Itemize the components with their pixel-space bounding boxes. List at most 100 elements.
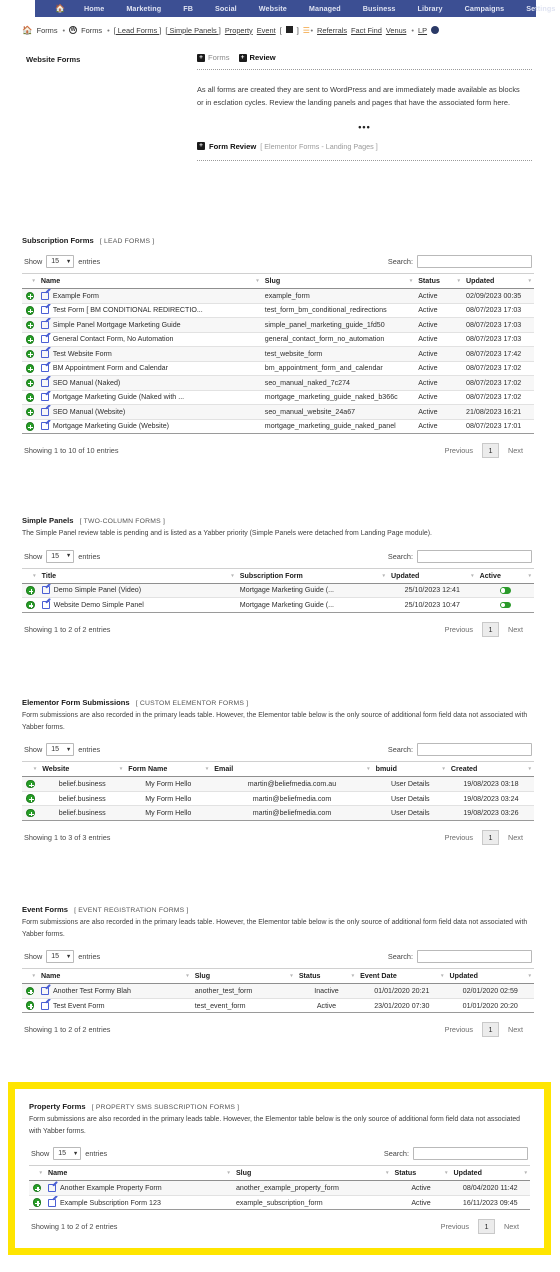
page-size-select[interactable]: 15 ▼ xyxy=(46,743,75,757)
table-row[interactable]: belief.business My Form Hello martin@bel… xyxy=(22,791,534,807)
table-row[interactable]: Test Event Form test_event_form Active 2… xyxy=(22,998,534,1014)
form-review-title[interactable]: Form Review xyxy=(209,142,256,151)
add-icon[interactable] xyxy=(25,364,35,373)
add-icon[interactable] xyxy=(25,349,35,358)
previous-button[interactable]: Previous xyxy=(436,625,482,634)
expand-cell[interactable] xyxy=(29,1195,45,1211)
col-form-name[interactable]: Form Name ▾ xyxy=(125,761,212,778)
add-icon[interactable] xyxy=(25,306,35,315)
edit-icon[interactable] xyxy=(47,1198,56,1207)
table-row[interactable]: Example Subscription Form 123 example_su… xyxy=(29,1195,530,1211)
tab-review[interactable]: Review xyxy=(250,53,276,62)
col-event-date[interactable]: Event Date ▾ xyxy=(357,968,447,985)
edit-icon[interactable] xyxy=(40,364,49,373)
col-email[interactable]: Email ▾ xyxy=(211,761,373,778)
edit-icon[interactable] xyxy=(41,600,50,609)
next-button[interactable]: Next xyxy=(499,446,532,455)
table-row[interactable]: General Contact Form, No Automation gene… xyxy=(22,332,534,347)
moon-icon[interactable] xyxy=(431,25,440,34)
breadcrumb-venus[interactable]: Venus xyxy=(386,26,407,35)
table-row[interactable]: Another Example Property Form another_ex… xyxy=(29,1180,530,1196)
add-icon[interactable] xyxy=(25,393,35,402)
page-size-select[interactable]: 15 ▼ xyxy=(46,549,75,563)
nav-item-managed[interactable]: Managed xyxy=(298,4,352,13)
table-row[interactable]: Another Test Formy Blah another_test_for… xyxy=(22,983,534,999)
col-name[interactable]: Name ▾ xyxy=(44,1165,233,1182)
table-row[interactable]: Example Form example_form Active 02/09/2… xyxy=(22,288,534,304)
add-icon[interactable] xyxy=(25,986,35,996)
add-icon[interactable] xyxy=(25,1001,35,1010)
col-expand[interactable]: ▾ xyxy=(29,1165,45,1182)
cell-bmuid-link[interactable]: User Details xyxy=(372,791,448,807)
previous-button[interactable]: Previous xyxy=(436,1025,482,1034)
edit-icon[interactable] xyxy=(40,291,49,300)
nav-item-website[interactable]: Website xyxy=(248,4,298,13)
tab-forms[interactable]: Forms xyxy=(208,53,230,62)
search-input[interactable] xyxy=(417,255,532,268)
col-status[interactable]: Status ▾ xyxy=(415,273,464,289)
table-row[interactable]: Demo Simple Panel (Video) Mortgage Marke… xyxy=(22,583,534,599)
breadcrumb-lp[interactable]: LP xyxy=(418,26,427,35)
search-input[interactable] xyxy=(417,549,532,563)
expand-cell[interactable] xyxy=(22,419,38,434)
edit-icon[interactable] xyxy=(40,407,49,416)
add-icon[interactable] xyxy=(26,600,35,610)
col-name[interactable]: Name ▾ xyxy=(37,273,262,289)
col-subscription-form[interactable]: Subscription Form ▾ xyxy=(236,567,388,584)
edit-icon[interactable] xyxy=(40,987,49,996)
col-expand[interactable]: ▾ xyxy=(22,567,39,584)
col-title[interactable]: Title ▾ xyxy=(38,567,237,584)
add-icon[interactable] xyxy=(25,422,35,431)
edit-icon[interactable] xyxy=(40,1001,49,1010)
nav-item-marketing[interactable]: Marketing xyxy=(115,4,172,13)
cell-bmuid-link[interactable]: User Details xyxy=(372,776,448,792)
nav-item-settings[interactable]: Settings xyxy=(515,4,560,13)
col-updated[interactable]: Updated ▾ xyxy=(463,273,534,289)
col-created[interactable]: Created ▾ xyxy=(447,761,534,778)
breadcrumb-wp-forms[interactable]: Forms xyxy=(81,26,102,35)
table-row[interactable]: Test Form [ BM CONDITIONAL REDIRECTIO...… xyxy=(22,303,534,318)
table-row[interactable]: belief.business My Form Hello martin@bel… xyxy=(22,805,534,821)
expand-cell[interactable] xyxy=(22,791,40,807)
home-icon[interactable]: 🏠 xyxy=(55,4,73,13)
edit-icon[interactable] xyxy=(40,320,49,329)
expand-cell[interactable] xyxy=(22,805,40,821)
cell-bmuid-link[interactable]: User Details xyxy=(372,805,448,821)
page-1-button[interactable]: 1 xyxy=(477,1219,495,1235)
add-icon[interactable] xyxy=(25,378,35,387)
col-expand[interactable]: ▾ xyxy=(22,761,40,778)
page-1-button[interactable]: 1 xyxy=(481,443,499,458)
add-icon[interactable] xyxy=(26,586,35,595)
expand-cell[interactable] xyxy=(22,317,38,333)
plus-icon-2[interactable]: + xyxy=(238,53,247,62)
list-icon[interactable]: ☰ xyxy=(303,26,310,35)
page-1-button[interactable]: 1 xyxy=(481,1022,499,1038)
add-icon[interactable] xyxy=(32,1198,42,1207)
col-slug[interactable]: Slug ▾ xyxy=(261,273,416,289)
expand-cell[interactable] xyxy=(22,583,39,599)
expand-cell[interactable] xyxy=(22,332,38,347)
col-expand[interactable]: ▾ xyxy=(22,273,38,289)
plus-icon-3[interactable]: + xyxy=(197,142,205,151)
expand-cell[interactable] xyxy=(22,303,38,318)
expand-cell[interactable] xyxy=(22,983,38,999)
expand-cell[interactable] xyxy=(22,346,38,362)
add-icon[interactable] xyxy=(25,407,35,416)
breadcrumb-simple-panels[interactable]: [ Simple Panels ] xyxy=(165,26,220,35)
page-size-select[interactable]: 15 ▼ xyxy=(53,1147,82,1161)
search-input[interactable] xyxy=(417,743,532,757)
next-button[interactable]: Next xyxy=(499,833,532,842)
previous-button[interactable]: Previous xyxy=(432,1222,478,1231)
table-row[interactable]: BM Appointment Form and Calendar bm_appo… xyxy=(22,361,534,376)
add-icon[interactable] xyxy=(26,808,35,818)
breadcrumb-referrals[interactable]: Referrals xyxy=(317,26,347,35)
col-expand[interactable]: ▾ xyxy=(22,968,38,985)
home-icon[interactable]: 🏠 xyxy=(22,25,33,36)
next-button[interactable]: Next xyxy=(495,1222,528,1231)
col-updated[interactable]: Updated ▾ xyxy=(450,1165,530,1182)
active-toggle[interactable] xyxy=(499,601,511,609)
breadcrumb-property[interactable]: Property xyxy=(225,26,253,35)
edit-icon[interactable] xyxy=(40,306,49,315)
table-row[interactable]: Mortgage Marketing Guide (Naked with ...… xyxy=(22,390,534,405)
search-input[interactable] xyxy=(413,1147,528,1161)
